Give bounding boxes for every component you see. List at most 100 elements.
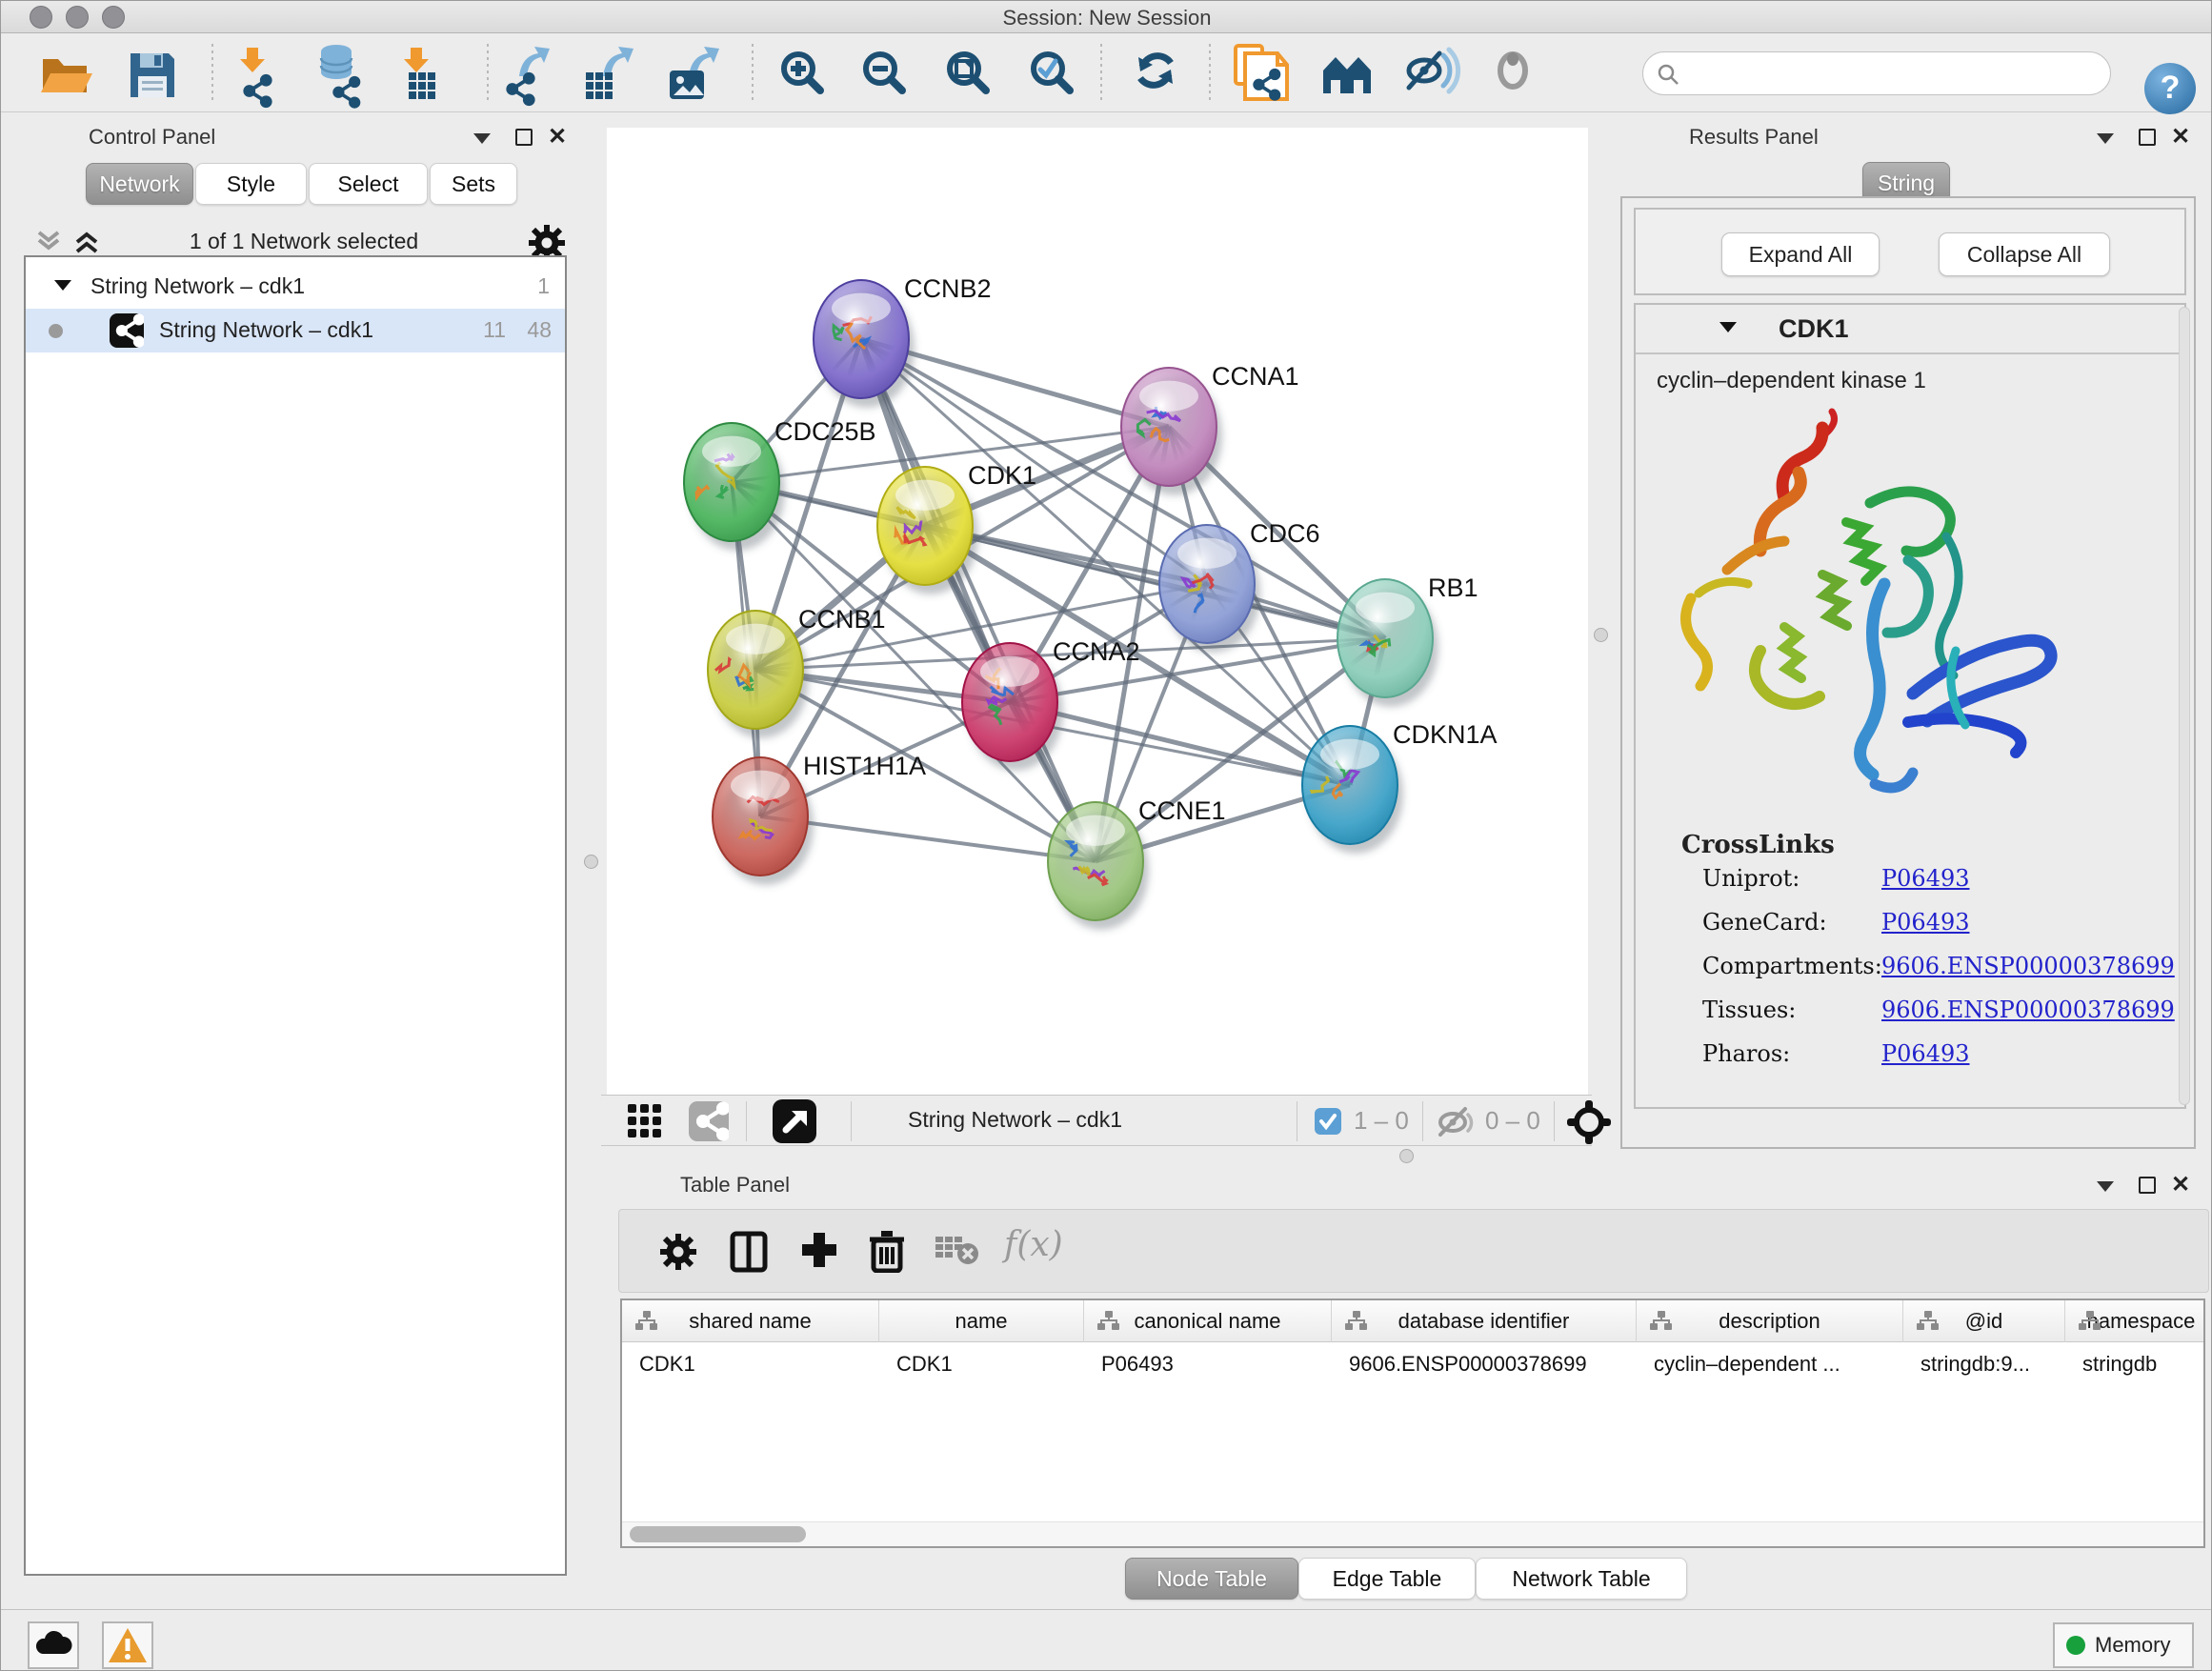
help-button[interactable]: ? bbox=[2144, 63, 2196, 114]
zoom-out-icon[interactable] bbox=[866, 54, 902, 91]
network-collection-row[interactable]: String Network – cdk1 1 bbox=[26, 265, 565, 309]
node-CCNE1[interactable]: CCNE1 bbox=[1048, 796, 1226, 930]
collapse-all-button[interactable]: Collapse All bbox=[1939, 232, 2110, 276]
clone-network-icon[interactable] bbox=[1236, 46, 1287, 100]
search-input[interactable] bbox=[1685, 56, 2095, 91]
table-horizontal-scrollbar[interactable] bbox=[622, 1521, 2203, 1546]
cell-r0c2[interactable]: P06493 bbox=[1084, 1342, 1332, 1386]
results-scrollbar[interactable] bbox=[2179, 307, 2190, 1105]
close-table-panel-icon[interactable]: ✕ bbox=[2171, 1171, 2190, 1198]
network-canvas[interactable]: CCNB2CCNA1CDC25BCDK1CDC6RB1CCNB1CCNA2CDK… bbox=[607, 128, 1588, 1095]
column-header-shared-name[interactable]: shared name bbox=[622, 1300, 879, 1342]
table-options-gear-icon[interactable] bbox=[657, 1231, 699, 1273]
cell-r0c1[interactable]: CDK1 bbox=[879, 1342, 1084, 1386]
cell-r0c4[interactable]: cyclin–dependent ... bbox=[1637, 1342, 1903, 1386]
crosslink-link[interactable]: P06493 bbox=[1881, 909, 1970, 936]
delete-column-trash-icon[interactable] bbox=[869, 1229, 905, 1273]
delete-table-icon[interactable] bbox=[935, 1237, 981, 1267]
maximize-results-panel-icon[interactable] bbox=[2139, 129, 2156, 146]
float-panel-icon[interactable] bbox=[473, 133, 491, 144]
tab-edge-table[interactable]: Edge Table bbox=[1298, 1558, 1476, 1600]
open-session-icon[interactable] bbox=[41, 59, 92, 92]
tab-network-table[interactable]: Network Table bbox=[1476, 1558, 1687, 1600]
column-header-name[interactable]: name bbox=[879, 1300, 1084, 1342]
export-image-icon[interactable] bbox=[670, 47, 719, 99]
hidden-eye-icon[interactable] bbox=[1436, 1105, 1478, 1137]
tab-select[interactable]: Select bbox=[309, 163, 428, 205]
first-neighbors-icon[interactable] bbox=[1323, 57, 1371, 93]
close-results-panel-icon[interactable]: ✕ bbox=[2171, 123, 2190, 151]
warnings-button[interactable] bbox=[102, 1621, 153, 1669]
create-column-plus-icon[interactable] bbox=[800, 1231, 838, 1269]
maximize-panel-icon[interactable] bbox=[515, 129, 533, 146]
node-CCNB1[interactable]: CCNB1 bbox=[708, 605, 886, 738]
node-CCNA1[interactable]: CCNA1 bbox=[1121, 362, 1299, 495]
node-table: shared namenamecanonical namedatabase id… bbox=[620, 1299, 2205, 1548]
zoom-in-icon[interactable] bbox=[784, 54, 820, 91]
selected-checkbox-icon[interactable] bbox=[1314, 1107, 1342, 1136]
export-network-icon[interactable] bbox=[507, 47, 550, 106]
node-HIST1H1A[interactable]: HIST1H1A bbox=[713, 752, 926, 885]
detach-view-icon[interactable] bbox=[773, 1099, 816, 1143]
horizontal-splitter-handle[interactable] bbox=[1399, 1149, 1414, 1163]
node-CDKN1A[interactable]: CDKN1A bbox=[1302, 720, 1498, 854]
cell-r0c3[interactable]: 9606.ENSP00000378699 bbox=[1332, 1342, 1637, 1386]
crosslink-link[interactable]: 9606.ENSP00000378699 bbox=[1881, 997, 2175, 1023]
network-selection-status: 1 of 1 Network selected bbox=[123, 229, 485, 254]
tab-sets[interactable]: Sets bbox=[430, 163, 517, 205]
crosslink-link[interactable]: 9606.ENSP00000378699 bbox=[1881, 953, 2175, 979]
node-RB1[interactable]: RB1 bbox=[1337, 574, 1478, 707]
network-row[interactable]: String Network – cdk1 11 48 bbox=[26, 309, 565, 352]
collection-count: 1 bbox=[537, 273, 550, 299]
network-thumbnail-icon[interactable] bbox=[689, 1101, 729, 1141]
table-panel: Table Panel ✕ bbox=[595, 1163, 2212, 1609]
collection-collapse-icon[interactable] bbox=[54, 280, 71, 291]
export-table-icon[interactable] bbox=[586, 47, 633, 99]
tab-node-table[interactable]: Node Table bbox=[1125, 1558, 1298, 1600]
crosslink-row: Compartments:9606.ENSP00000378699 bbox=[1636, 953, 2184, 997]
column-header-description[interactable]: description bbox=[1637, 1300, 1903, 1342]
grid-view-icon[interactable] bbox=[628, 1104, 664, 1140]
column-header-database-identifier[interactable]: database identifier bbox=[1332, 1300, 1637, 1342]
column-header-canonical-name[interactable]: canonical name bbox=[1084, 1300, 1332, 1342]
right-splitter-handle[interactable] bbox=[1594, 628, 1608, 642]
column-header--id[interactable]: @id bbox=[1903, 1300, 2065, 1342]
show-columns-icon[interactable] bbox=[730, 1231, 768, 1273]
cloud-status-button[interactable] bbox=[28, 1621, 79, 1669]
tab-style[interactable]: Style bbox=[195, 163, 307, 205]
crosslink-link[interactable]: P06493 bbox=[1881, 865, 1970, 892]
float-table-panel-icon[interactable] bbox=[2097, 1181, 2114, 1192]
import-table-icon[interactable] bbox=[404, 48, 435, 99]
node-CDK1[interactable]: CDK1 bbox=[877, 461, 1036, 594]
crosslink-link[interactable]: P06493 bbox=[1881, 1040, 1970, 1067]
close-panel-icon[interactable]: ✕ bbox=[548, 123, 567, 151]
zoom-fit-content-icon[interactable] bbox=[950, 54, 986, 91]
memory-button[interactable]: Memory bbox=[2053, 1622, 2194, 1668]
tab-network[interactable]: Network bbox=[86, 163, 193, 205]
float-results-panel-icon[interactable] bbox=[2097, 133, 2114, 144]
expand-all-button[interactable]: Expand All bbox=[1721, 232, 1880, 276]
apply-layout-refresh-icon[interactable] bbox=[1138, 56, 1173, 86]
network-graph[interactable]: CCNB2CCNA1CDC25BCDK1CDC6RB1CCNB1CCNA2CDK… bbox=[607, 128, 1588, 1095]
import-network-database-icon[interactable] bbox=[321, 45, 360, 108]
show-all-icon[interactable] bbox=[1500, 52, 1525, 87]
network-view-toolbar: String Network – cdk1 1 – 0 0 – 0 bbox=[601, 1095, 1592, 1146]
zoom-selected-icon[interactable] bbox=[1034, 54, 1070, 91]
cell-r0c6[interactable]: stringdb bbox=[2065, 1342, 2205, 1386]
column-header-namespace[interactable]: namespace bbox=[2065, 1300, 2205, 1342]
gene-section-header[interactable]: CDK1 bbox=[1636, 305, 2184, 354]
node-CCNB2[interactable]: CCNB2 bbox=[814, 274, 992, 408]
function-builder-icon[interactable]: f(x) bbox=[1004, 1225, 1063, 1264]
edge-CCNB2-CCNE1[interactable] bbox=[861, 339, 1096, 861]
save-session-icon[interactable] bbox=[131, 53, 174, 97]
birdseye-view-icon[interactable] bbox=[1567, 1100, 1611, 1144]
left-splitter-handle[interactable] bbox=[584, 855, 598, 869]
crosslinks-list: Uniprot:P06493GeneCard:P06493Compartment… bbox=[1636, 865, 2184, 1084]
cell-r0c0[interactable]: CDK1 bbox=[622, 1342, 879, 1386]
maximize-table-panel-icon[interactable] bbox=[2139, 1177, 2156, 1194]
import-network-file-icon[interactable] bbox=[240, 48, 271, 108]
scrollbar-thumb[interactable] bbox=[630, 1526, 806, 1542]
hide-selected-icon[interactable] bbox=[1409, 50, 1458, 91]
gene-collapse-icon[interactable] bbox=[1719, 322, 1737, 332]
cell-r0c5[interactable]: stringdb:9... bbox=[1903, 1342, 2065, 1386]
